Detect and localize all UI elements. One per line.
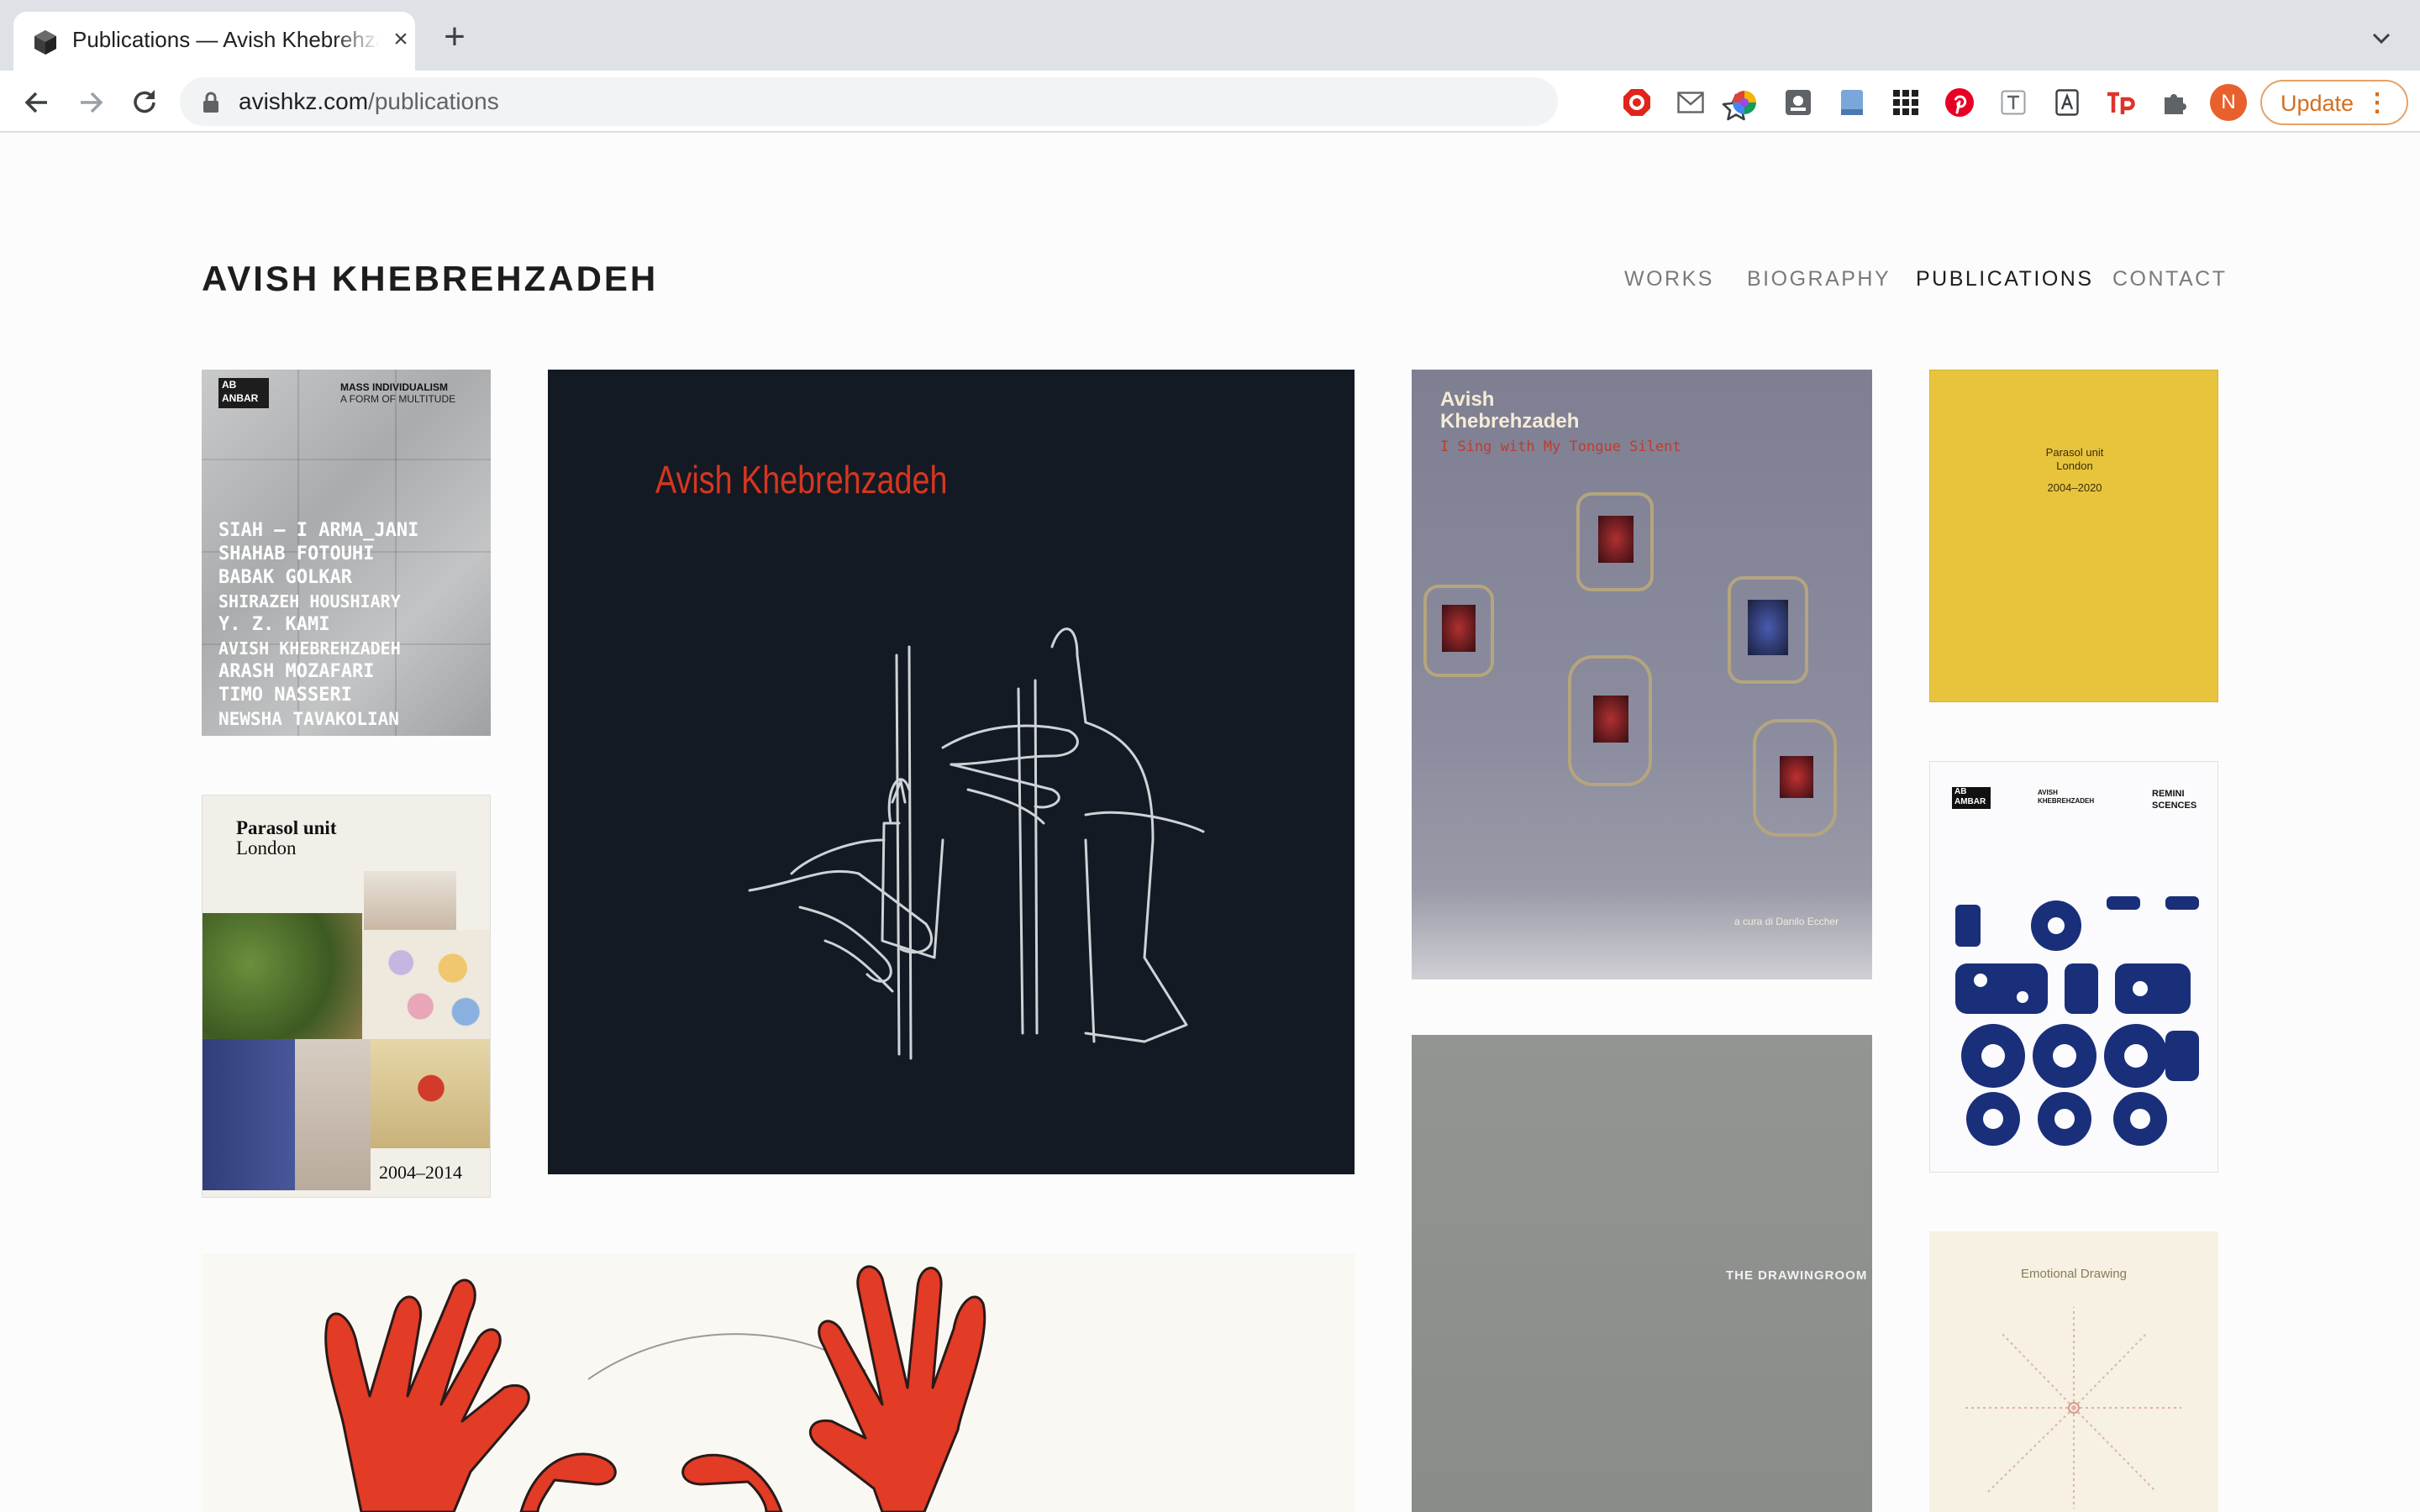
photo-collage (203, 871, 490, 1190)
artist-name: BABAK GOLKAR (218, 567, 352, 588)
logo-ambar: ANBAR (222, 392, 259, 404)
publication-cover-parasol-2004-2020[interactable]: Parasol unit London 2004–2020 (1929, 370, 2218, 702)
artist-names-list: SIAH — I ARMA_JANI SHAHAB FOTOUHI BABAK … (218, 519, 479, 731)
url-text[interactable]: avishkz.com/publications (239, 88, 499, 115)
menu-dots-icon[interactable]: ⋮ (2365, 88, 2390, 118)
color-wheel-icon[interactable] (1728, 86, 1761, 119)
cover-subtitle: A FORM OF MULTITUDE (340, 393, 456, 405)
lock-icon[interactable] (202, 92, 220, 113)
reload-icon[interactable] (126, 84, 163, 121)
cover-years: 2004–2014 (379, 1162, 462, 1183)
forward-arrow-icon[interactable] (72, 84, 109, 121)
cover-subtitle: I Sing with My Tongue Silent (1440, 438, 1681, 455)
framed-portrait (1576, 492, 1654, 591)
collage-photo (203, 913, 362, 1039)
screenshot-icon[interactable] (1781, 86, 1815, 119)
cover-credit: a cura di Danilo Eccher (1734, 916, 1839, 927)
publication-cover-black-book[interactable]: Avish Khebrehzadeh (548, 370, 1355, 1174)
publication-cover-emotional-drawing[interactable]: Emotional Drawing (1929, 1231, 2218, 1512)
framed-portrait (1728, 576, 1808, 684)
tab-title: Publications — Avish Khebrehzadeh (72, 27, 380, 52)
cover-title1: REMINI (2152, 789, 2185, 799)
update-label: Update (2281, 91, 2354, 116)
mail-icon[interactable] (1674, 86, 1707, 119)
update-button[interactable]: Update ⋮ (2260, 80, 2408, 125)
artist-name: TIMO NASSERI (218, 685, 352, 706)
adblock-icon[interactable] (1620, 86, 1654, 119)
translate-icon[interactable] (2050, 86, 2084, 119)
apps-grid-icon[interactable] (1889, 86, 1923, 119)
cover-title-line2: Khebrehzadeh (1440, 410, 1580, 433)
chevron-down-icon[interactable] (2366, 24, 2396, 54)
nav-biography[interactable]: BIOGRAPHY (1747, 267, 1891, 291)
hands-candle-drawing (748, 627, 1205, 1060)
artist-name: ARASH MOZAFARI (218, 661, 375, 682)
publication-cover-i-sing[interactable]: Avish Khebrehzadeh I Sing with My Tongue… (1412, 370, 1872, 979)
cover-title-line1: Avish (1440, 388, 1495, 411)
site-favicon-icon (34, 30, 56, 55)
collage-photo (203, 1039, 295, 1190)
cover-years: 2004–2020 (2047, 481, 2102, 494)
ab-ambar-logo: AB AMBAR (1952, 787, 1991, 809)
cover-title: THE DRAWINGROOM (1726, 1268, 1868, 1283)
artist-name: AVISH KHEBREHZADEH (218, 638, 401, 659)
close-tab-icon[interactable]: × (388, 27, 413, 52)
tab-strip: Publications — Avish Khebrehzadeh × + (0, 0, 2420, 71)
collage-photo (295, 1039, 371, 1190)
reminiscences-typography (1955, 896, 2199, 1146)
cover-title: MASS INDIVIDUALISM (340, 381, 449, 393)
cover-author1: AVISH (2038, 789, 2058, 796)
publication-cover-mass-individualism[interactable]: AB ANBAR MASS INDIVIDUALISM A FORM OF MU… (202, 370, 491, 736)
reader-icon[interactable] (1835, 86, 1869, 119)
cover-title: Emotional Drawing (2021, 1267, 2127, 1281)
url-path: /publications (368, 88, 499, 114)
publication-cover-parasol-2004-2014[interactable]: Parasol unit London 2004–2014 (202, 795, 491, 1198)
collage-photo (364, 871, 456, 930)
cover-publisher: Parasol unit (236, 817, 337, 838)
framed-portrait (1568, 655, 1652, 786)
puzzle-icon[interactable] (2158, 86, 2191, 119)
text-icon[interactable] (1996, 86, 2030, 119)
radial-text-graphic (1963, 1307, 2181, 1509)
cover-city: London (2056, 459, 2093, 472)
cover-author2: KHEBREHZADEH (2038, 797, 2095, 805)
artist-name: SIAH — I ARMA_JANI (218, 520, 419, 541)
profile-avatar[interactable]: N (2210, 84, 2247, 121)
nav-contact[interactable]: CONTACT (2112, 267, 2227, 291)
publication-cover-drawingroom[interactable]: THE DRAWINGROOM (1412, 1035, 1872, 1512)
cover-publisher: Parasol unit (2045, 446, 2104, 459)
url-domain: avishkz.com (239, 88, 369, 114)
tp-icon[interactable] (2104, 86, 2138, 119)
artist-name: NEWSHA TAVAKOLIAN (218, 709, 399, 729)
artist-name: SHIRAZEH HOUSHIARY (218, 591, 401, 612)
artist-name: SHAHAB FOTOUHI (218, 543, 375, 564)
cover-title2: SCENCES (2152, 801, 2197, 811)
publication-cover-red-hands[interactable] (202, 1253, 1355, 1512)
cover-city: London (236, 837, 297, 858)
ab-anbar-logo: AB ANBAR (218, 378, 269, 408)
red-hands-drawing (324, 1265, 986, 1512)
collage-photo (371, 1039, 490, 1148)
back-arrow-icon[interactable] (18, 84, 55, 121)
logo-ab: AB (222, 379, 237, 391)
framed-portrait (1753, 719, 1837, 837)
browser-tab[interactable]: Publications — Avish Khebrehzadeh × (13, 12, 415, 71)
publication-cover-reminiscences[interactable]: AB AMBAR AVISH KHEBREHZADEH REMINI SCENC… (1929, 761, 2218, 1173)
page-content: AVISH KHEBREHZADEH WORKS BIOGRAPHY PUBLI… (0, 133, 2420, 1512)
pinterest-icon[interactable] (1943, 86, 1976, 119)
nav-works[interactable]: WORKS (1624, 267, 1714, 291)
collage-photo (362, 930, 490, 1039)
framed-portrait (1423, 585, 1494, 677)
logo-ab: AB (1954, 787, 1967, 796)
nav-publications[interactable]: PUBLICATIONS (1916, 267, 2094, 291)
logo-ambar: AMBAR (1954, 797, 1986, 806)
address-bar[interactable]: avishkz.com/publications (180, 77, 1750, 126)
site-title[interactable]: AVISH KHEBREHZADEH (202, 259, 658, 299)
browser-toolbar: avishkz.com/publications N Update ⋮ (0, 71, 2420, 133)
artist-name: Y. Z. KAMI (218, 614, 330, 635)
new-tab-icon[interactable]: + (439, 18, 471, 55)
